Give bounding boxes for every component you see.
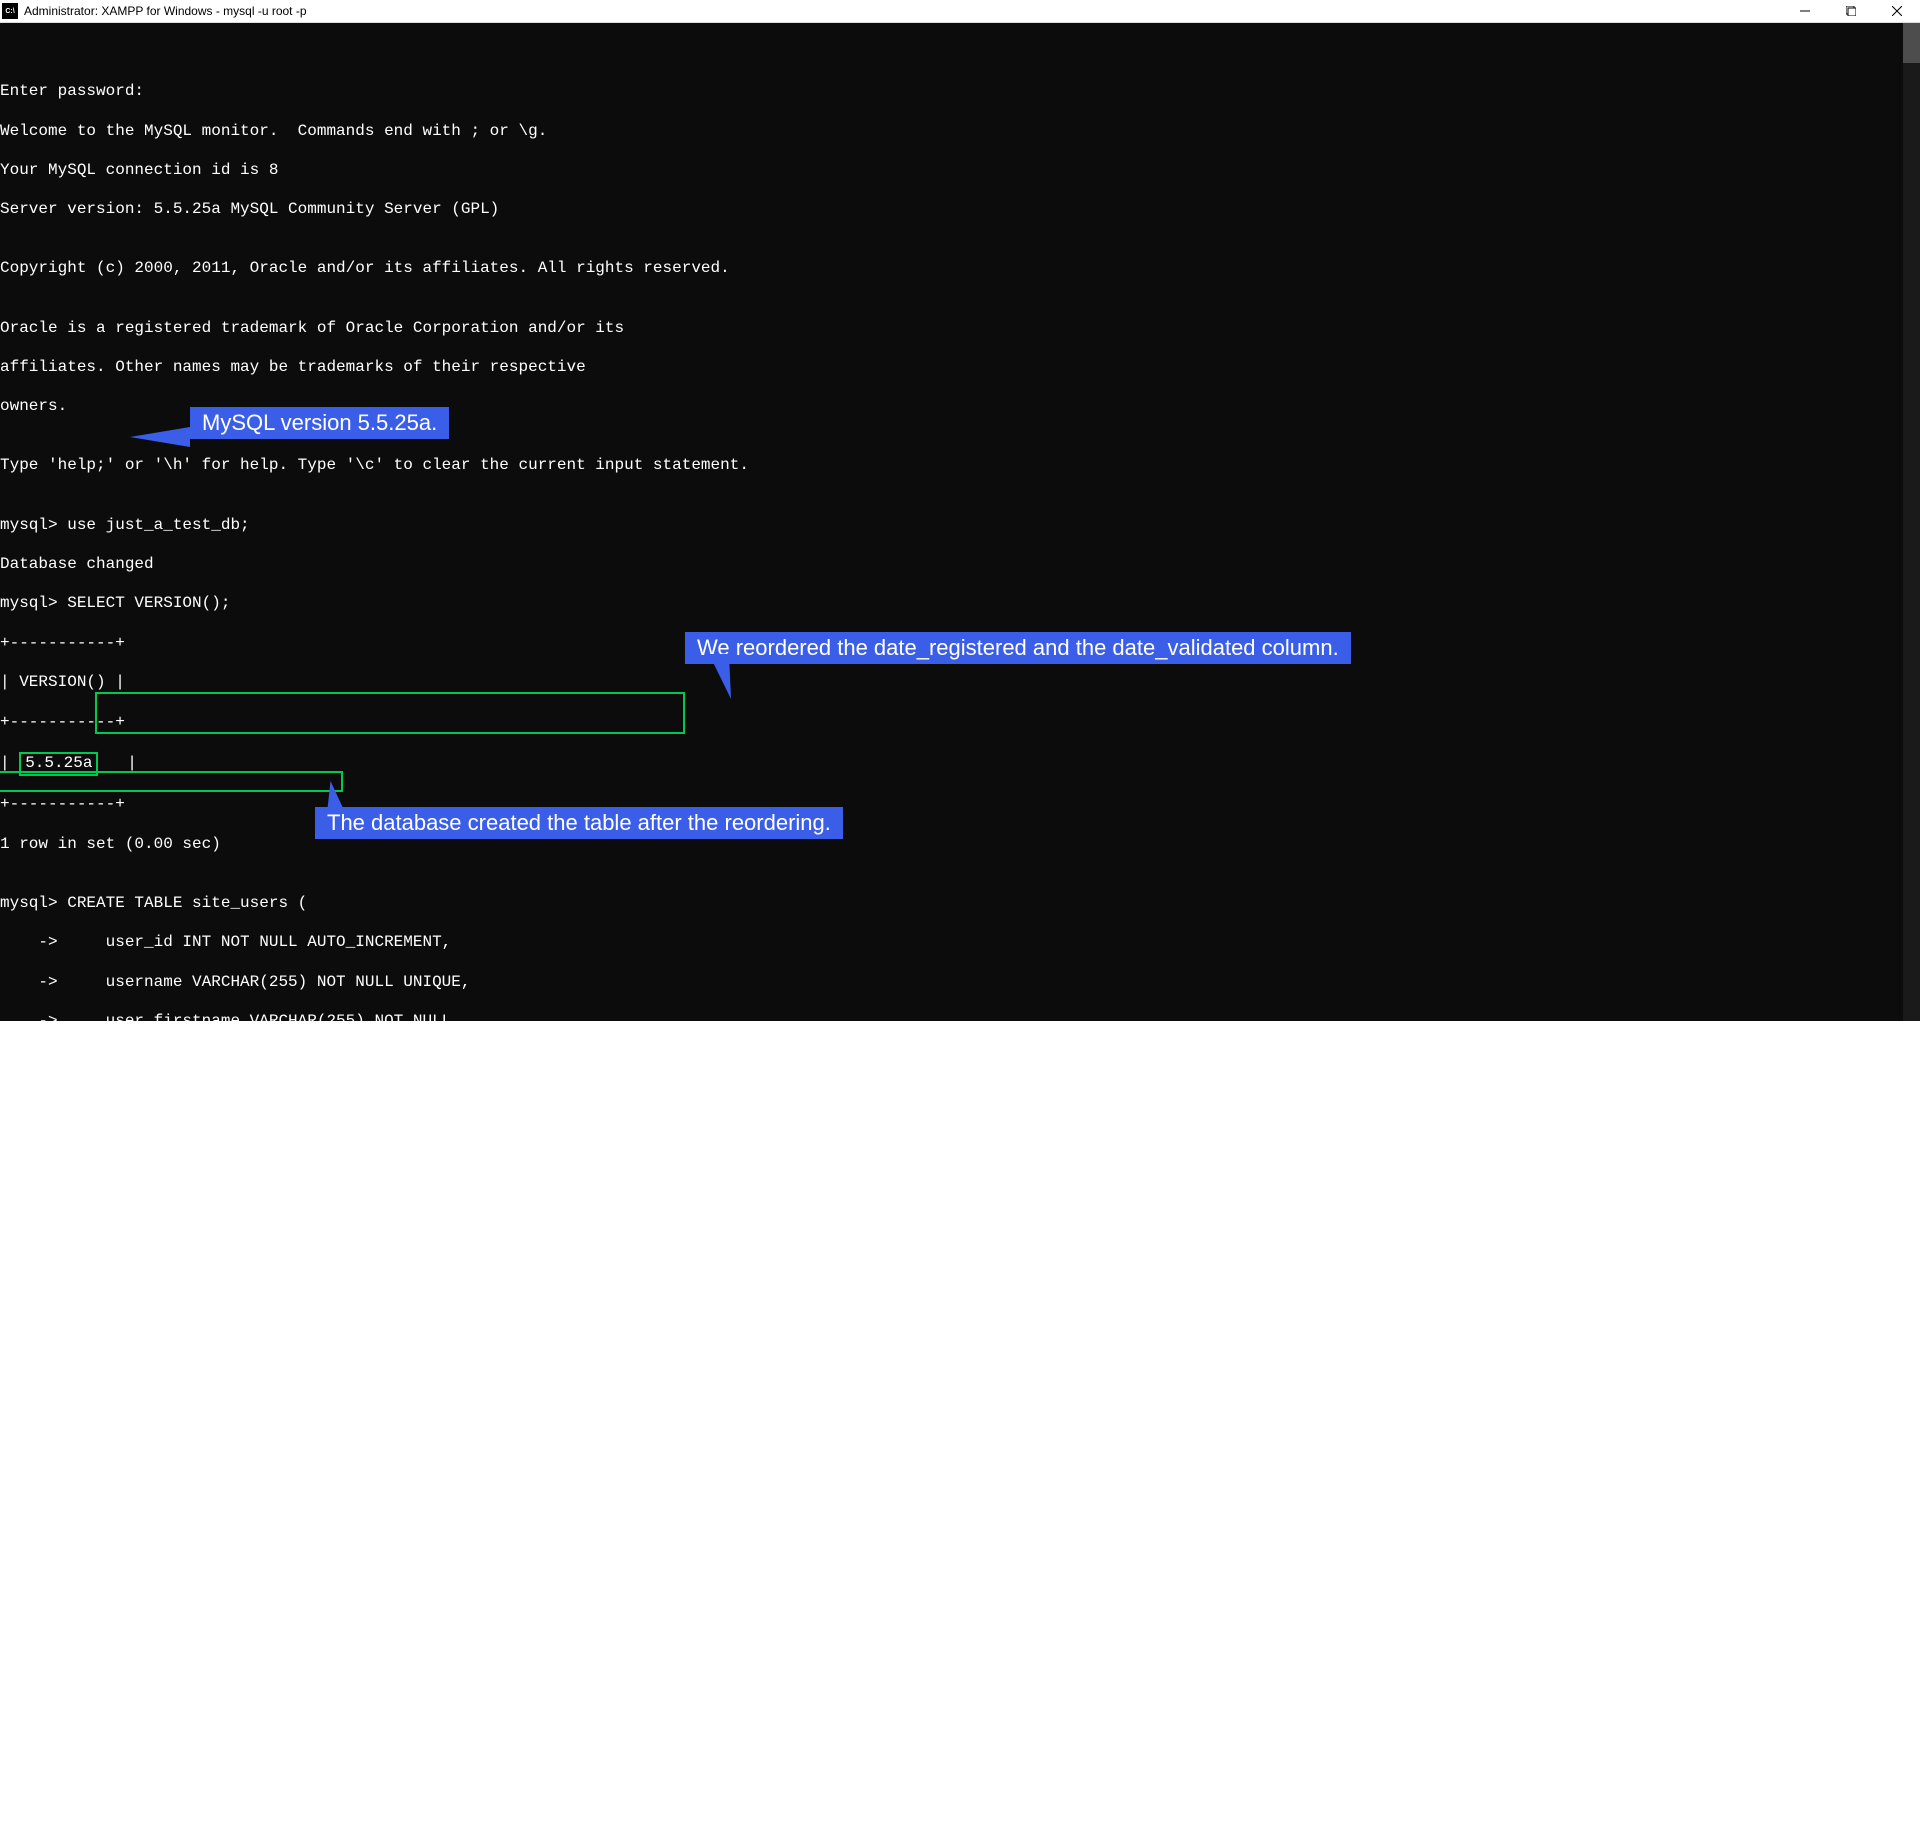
terminal-content: Enter password: Welcome to the MySQL mon… xyxy=(0,62,1495,1060)
callout-pointer-icon xyxy=(130,427,190,447)
terminal[interactable]: Enter password: Welcome to the MySQL mon… xyxy=(0,23,1920,1021)
terminal-line: Welcome to the MySQL monitor. Commands e… xyxy=(0,122,1495,142)
minimize-button[interactable] xyxy=(1782,0,1828,22)
terminal-line: Your MySQL connection id is 8 xyxy=(0,161,1495,181)
terminal-line: -> user_email_address VARCHAR(255) NOT N… xyxy=(0,1091,1495,1111)
terminal-line: mysql> SELECT VERSION(); xyxy=(0,594,1495,614)
terminal-line: -> is_validated BOOL NOT NULL DEFAULT FA… xyxy=(0,1209,1495,1229)
window-titlebar: C:\ Administrator: XAMPP for Windows - m… xyxy=(0,0,1920,23)
maximize-button[interactable] xyxy=(1828,0,1874,22)
callout-reorder: We reordered the date_registered and the… xyxy=(685,632,1351,664)
terminal-line: | VERSION() | xyxy=(0,673,1495,693)
terminal-line: -> ) Engine=InnoDB; xyxy=(0,1367,1495,1387)
callout-text: We reordered the date_registered and the… xyxy=(697,635,1339,660)
terminal-line: Query OK, 0 rows affected (0.23 sec) xyxy=(0,1406,1495,1426)
terminal-line: -> date_validated TIMESTAMP, xyxy=(0,1288,1495,1308)
scrollbar-track[interactable] xyxy=(1903,23,1920,1021)
terminal-line: -> user_surname VARCHAR(255) NOT NULL, xyxy=(0,1052,1495,1072)
terminal-line: -> user_id INT NOT NULL AUTO_INCREMENT, xyxy=(0,933,1495,953)
terminal-line: Server version: 5.5.25a MySQL Community … xyxy=(0,200,1495,220)
window-title: Administrator: XAMPP for Windows - mysql… xyxy=(24,4,307,18)
scrollbar-thumb[interactable] xyxy=(1903,23,1920,63)
callout-text: The database created the table after the… xyxy=(327,810,831,835)
terminal-line: -> date_registered TIMESTAMP NOT NULL DE… xyxy=(0,1249,1495,1269)
terminal-line: mysql> CREATE TABLE site_users ( xyxy=(0,894,1495,914)
terminal-line: Type 'help;' or '\h' for help. Type '\c'… xyxy=(0,456,1495,476)
terminal-line: -> username VARCHAR(255) NOT NULL UNIQUE… xyxy=(0,973,1495,993)
terminal-line: -> PRIMARY KEY (user_id) xyxy=(0,1327,1495,1347)
window-controls xyxy=(1782,0,1920,22)
cmd-icon: C:\ xyxy=(2,3,18,19)
terminal-line: -> is_active BOOL NOT NULL DEFAULT FALSE… xyxy=(0,1170,1495,1190)
terminal-line: -> user_password CHAR(40) NOT NULL, xyxy=(0,1130,1495,1150)
titlebar-left: C:\ Administrator: XAMPP for Windows - m… xyxy=(0,3,307,19)
terminal-line: mysql> use just_a_test_db; xyxy=(0,516,1495,536)
callout-version: MySQL version 5.5.25a. xyxy=(190,407,449,439)
callout-text: MySQL version 5.5.25a. xyxy=(202,410,437,435)
terminal-line: Copyright (c) 2000, 2011, Oracle and/or … xyxy=(0,259,1495,279)
terminal-line: -> user_firstname VARCHAR(255) NOT NULL, xyxy=(0,1012,1495,1032)
terminal-line: affiliates. Other names may be trademark… xyxy=(0,358,1495,378)
date-columns-highlight xyxy=(95,692,685,734)
terminal-line: Enter password: xyxy=(0,82,1495,102)
terminal-line: Database changed xyxy=(0,555,1495,575)
query-ok-highlight xyxy=(0,771,343,792)
version-row-post: | xyxy=(98,754,136,772)
terminal-line: mysql> xyxy=(0,1465,1495,1485)
terminal-line: Oracle is a registered trademark of Orac… xyxy=(0,319,1495,339)
version-row-pre: | xyxy=(0,754,19,772)
callout-table-created: The database created the table after the… xyxy=(315,807,843,839)
close-button[interactable] xyxy=(1874,0,1920,22)
